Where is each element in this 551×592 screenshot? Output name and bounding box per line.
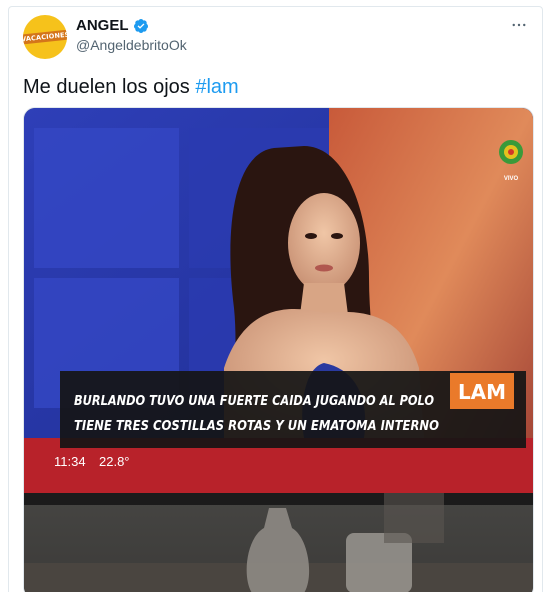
tweet-text-body: Me duelen los ojos	[23, 76, 196, 98]
tweet-card: VACACIONES ANGEL @AngeldebritoOk Me duel…	[8, 6, 543, 592]
show-logo: LAM	[458, 380, 506, 404]
more-options-icon[interactable]	[510, 16, 528, 34]
verified-badge-icon	[133, 18, 148, 33]
author-display-name[interactable]: ANGEL	[76, 17, 129, 34]
tv-bezel	[24, 493, 533, 505]
temperature-label: 22.8°	[99, 454, 130, 469]
hashtag-link[interactable]: #lam	[195, 76, 238, 98]
avatar-label: VACACIONES	[23, 29, 67, 45]
tweet-text: Me duelen los ojos #lam	[23, 75, 239, 99]
channel-live-label: VIVO	[504, 176, 519, 182]
tweet-media-photo[interactable]: VIVO LAM BURLANDO TUVO UNA FUERTE CAIDA …	[23, 107, 534, 592]
clock-label: 11:34	[54, 454, 86, 469]
headline-line-2: TIENE TRES COSTILLAS ROTAS Y UN EMATOMA …	[74, 419, 439, 434]
avatar[interactable]: VACACIONES	[23, 15, 67, 59]
author-handle[interactable]: @AngeldebritoOk	[76, 37, 187, 53]
author-name-row: ANGEL	[76, 17, 149, 34]
tv-photo: VIVO LAM BURLANDO TUVO UNA FUERTE CAIDA …	[24, 108, 533, 592]
headline-line-1: BURLANDO TUVO UNA FUERTE CAIDA JUGANDO A…	[74, 394, 434, 409]
